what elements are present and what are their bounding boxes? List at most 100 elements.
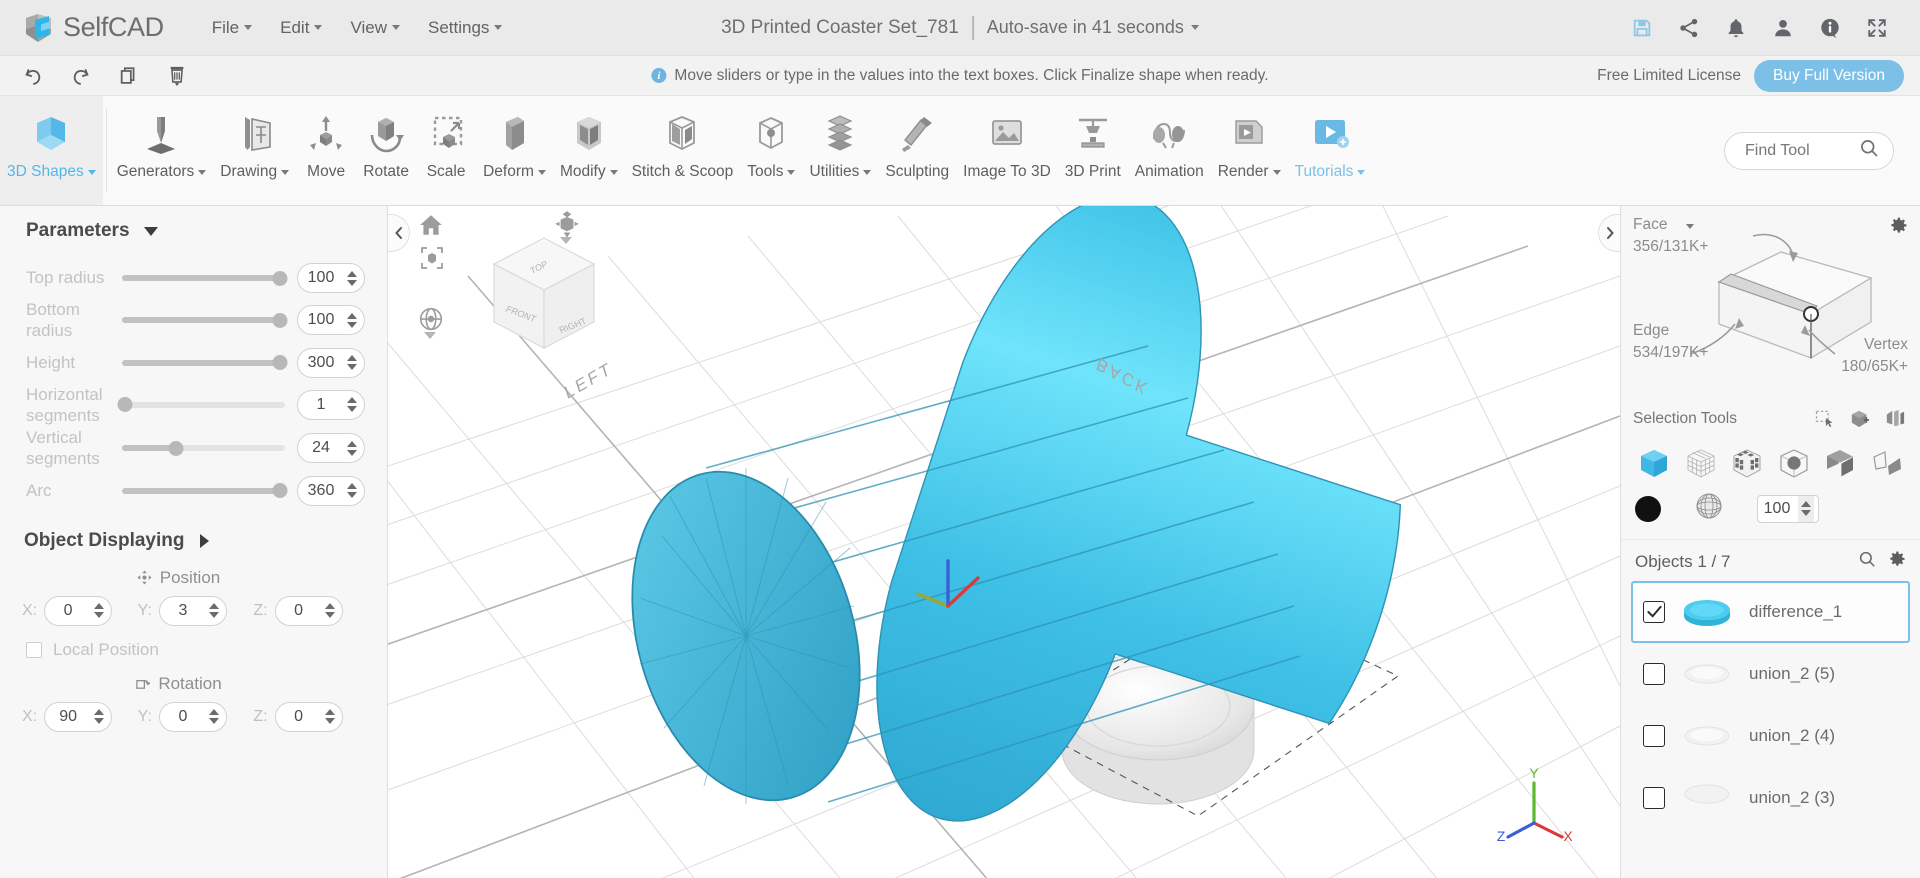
- find-tool-input[interactable]: [1745, 141, 1845, 160]
- stepper-up-icon[interactable]: [347, 397, 357, 404]
- slider-knob[interactable]: [272, 483, 288, 498]
- stepper[interactable]: [1798, 495, 1814, 522]
- object-select-mode-icon[interactable]: [1635, 446, 1673, 480]
- ribbon-tab-tools[interactable]: Tools: [740, 96, 802, 205]
- 3d-viewport[interactable]: LEFT BACK TOP FRONT RIGHT Y X Z: [388, 206, 1620, 878]
- slider-knob[interactable]: [168, 440, 184, 456]
- object-row-union-2-5[interactable]: union_2 (5): [1631, 643, 1910, 705]
- axis-gizmo[interactable]: Y X Z: [1496, 765, 1574, 850]
- top-radius-input[interactable]: [298, 269, 342, 287]
- arc-slider[interactable]: [122, 482, 288, 500]
- rotation-y-input[interactable]: [159, 707, 204, 726]
- height-field[interactable]: [297, 347, 365, 378]
- ribbon-tab-move[interactable]: Move: [296, 96, 356, 205]
- share-icon[interactable]: [1668, 7, 1710, 49]
- vertical-segments-field[interactable]: [297, 433, 365, 464]
- stepper-up-icon[interactable]: [208, 709, 219, 715]
- add-select-icon[interactable]: [1847, 407, 1873, 431]
- ribbon-tab-animation[interactable]: Animation: [1128, 96, 1211, 205]
- fit-to-view-icon[interactable]: [420, 246, 444, 275]
- through-select-icon[interactable]: [1882, 407, 1908, 431]
- texture-sphere-icon[interactable]: [1695, 492, 1723, 525]
- stepper-down-icon[interactable]: [347, 364, 357, 370]
- object-row-union-2-3[interactable]: union_2 (3): [1631, 767, 1910, 829]
- stepper-down-icon[interactable]: [208, 612, 219, 618]
- stepper[interactable]: [347, 391, 357, 419]
- ribbon-tab-rotate[interactable]: Rotate: [356, 96, 416, 205]
- info-icon[interactable]: [1809, 7, 1851, 49]
- stepper-up-icon[interactable]: [347, 355, 357, 361]
- ribbon-tab-stitch-scoop[interactable]: Stitch & Scoop: [625, 96, 741, 205]
- height-input[interactable]: [298, 353, 342, 372]
- color-swatch[interactable]: [1635, 495, 1661, 522]
- ribbon-tab-3d-shapes[interactable]: 3D Shapes: [0, 96, 103, 205]
- stepper[interactable]: [94, 703, 105, 731]
- object-visibility-checkbox[interactable]: [1643, 601, 1665, 623]
- stepper[interactable]: [324, 703, 335, 731]
- ribbon-tab-tutorials[interactable]: Tutorials: [1288, 96, 1373, 205]
- ribbon-tab-modify[interactable]: Modify: [553, 96, 625, 205]
- rotation-z-field[interactable]: [274, 701, 343, 732]
- gear-icon[interactable]: [1889, 216, 1908, 240]
- ribbon-tab-sculpting[interactable]: Sculpting: [878, 96, 956, 205]
- stepper-up-icon[interactable]: [1801, 501, 1811, 507]
- bottom-radius-field[interactable]: [297, 305, 365, 336]
- stepper-down-icon[interactable]: [347, 406, 357, 413]
- sphere-select-mode-icon[interactable]: [1775, 446, 1813, 480]
- polygon-select-mode-icon[interactable]: [1868, 446, 1906, 480]
- search-icon[interactable]: [1858, 550, 1876, 573]
- stepper-up-icon[interactable]: [94, 603, 105, 609]
- local-position-checkbox[interactable]: [26, 641, 42, 658]
- chevron-down-icon[interactable]: [1685, 224, 1694, 229]
- autosave-status[interactable]: Auto-save in 41 seconds: [987, 17, 1199, 38]
- face-select-mode-icon[interactable]: [1728, 446, 1766, 480]
- slider-knob[interactable]: [272, 355, 288, 370]
- ribbon-tab-utilities[interactable]: Utilities: [802, 96, 878, 205]
- stepper-up-icon[interactable]: [347, 270, 357, 277]
- stepper-up-icon[interactable]: [347, 440, 357, 447]
- ribbon-tab-render[interactable]: Render: [1211, 96, 1288, 205]
- ribbon-tab-scale[interactable]: Scale: [416, 96, 476, 205]
- user-account-icon[interactable]: [1762, 7, 1804, 49]
- ribbon-tab-3d-print[interactable]: 3D Print: [1058, 96, 1128, 205]
- stepper[interactable]: [347, 349, 357, 377]
- object-row-difference-1[interactable]: difference_1: [1631, 581, 1910, 643]
- ribbon-tab-deform[interactable]: Deform: [476, 96, 553, 205]
- vertical-segments-input[interactable]: [298, 439, 342, 458]
- slider-knob[interactable]: [117, 397, 133, 413]
- stepper[interactable]: [347, 477, 357, 505]
- stepper-down-icon[interactable]: [347, 449, 357, 456]
- undo-button[interactable]: [14, 59, 52, 93]
- stepper-down-icon[interactable]: [94, 612, 105, 618]
- redo-button[interactable]: [62, 59, 100, 93]
- gear-icon[interactable]: [1888, 550, 1906, 573]
- position-z-field[interactable]: [274, 595, 343, 626]
- stepper-up-icon[interactable]: [94, 709, 105, 715]
- horizontal-segments-slider[interactable]: [117, 396, 285, 414]
- stepper-down-icon[interactable]: [347, 321, 357, 328]
- height-slider[interactable]: [122, 354, 288, 372]
- horizontal-segments-field[interactable]: [297, 389, 365, 420]
- rotation-x-input[interactable]: [45, 707, 90, 726]
- ribbon-tab-drawing[interactable]: Drawing: [213, 96, 296, 205]
- position-x-field[interactable]: [44, 595, 113, 626]
- rotation-x-field[interactable]: [44, 701, 113, 732]
- object-displaying-header[interactable]: Object Displaying: [0, 512, 387, 558]
- position-z-input[interactable]: [275, 601, 320, 620]
- stepper[interactable]: [347, 306, 357, 334]
- save-icon[interactable]: [1621, 7, 1663, 49]
- delete-button[interactable]: [158, 59, 196, 93]
- top-radius-field[interactable]: [297, 263, 365, 293]
- stepper-down-icon[interactable]: [347, 279, 357, 286]
- rotation-z-input[interactable]: [275, 707, 320, 726]
- copy-button[interactable]: [110, 59, 148, 93]
- stepper-up-icon[interactable]: [208, 603, 219, 609]
- orbit-dropdown-caret-icon[interactable]: [424, 332, 436, 357]
- object-row-union-2-4[interactable]: union_2 (4): [1631, 705, 1910, 767]
- arc-field[interactable]: [297, 475, 365, 506]
- stepper-up-icon[interactable]: [347, 483, 357, 489]
- stepper-down-icon[interactable]: [324, 718, 335, 724]
- find-tool-search[interactable]: [1724, 131, 1894, 170]
- rectangle-select-icon[interactable]: [1812, 407, 1838, 431]
- stepper[interactable]: [347, 434, 357, 462]
